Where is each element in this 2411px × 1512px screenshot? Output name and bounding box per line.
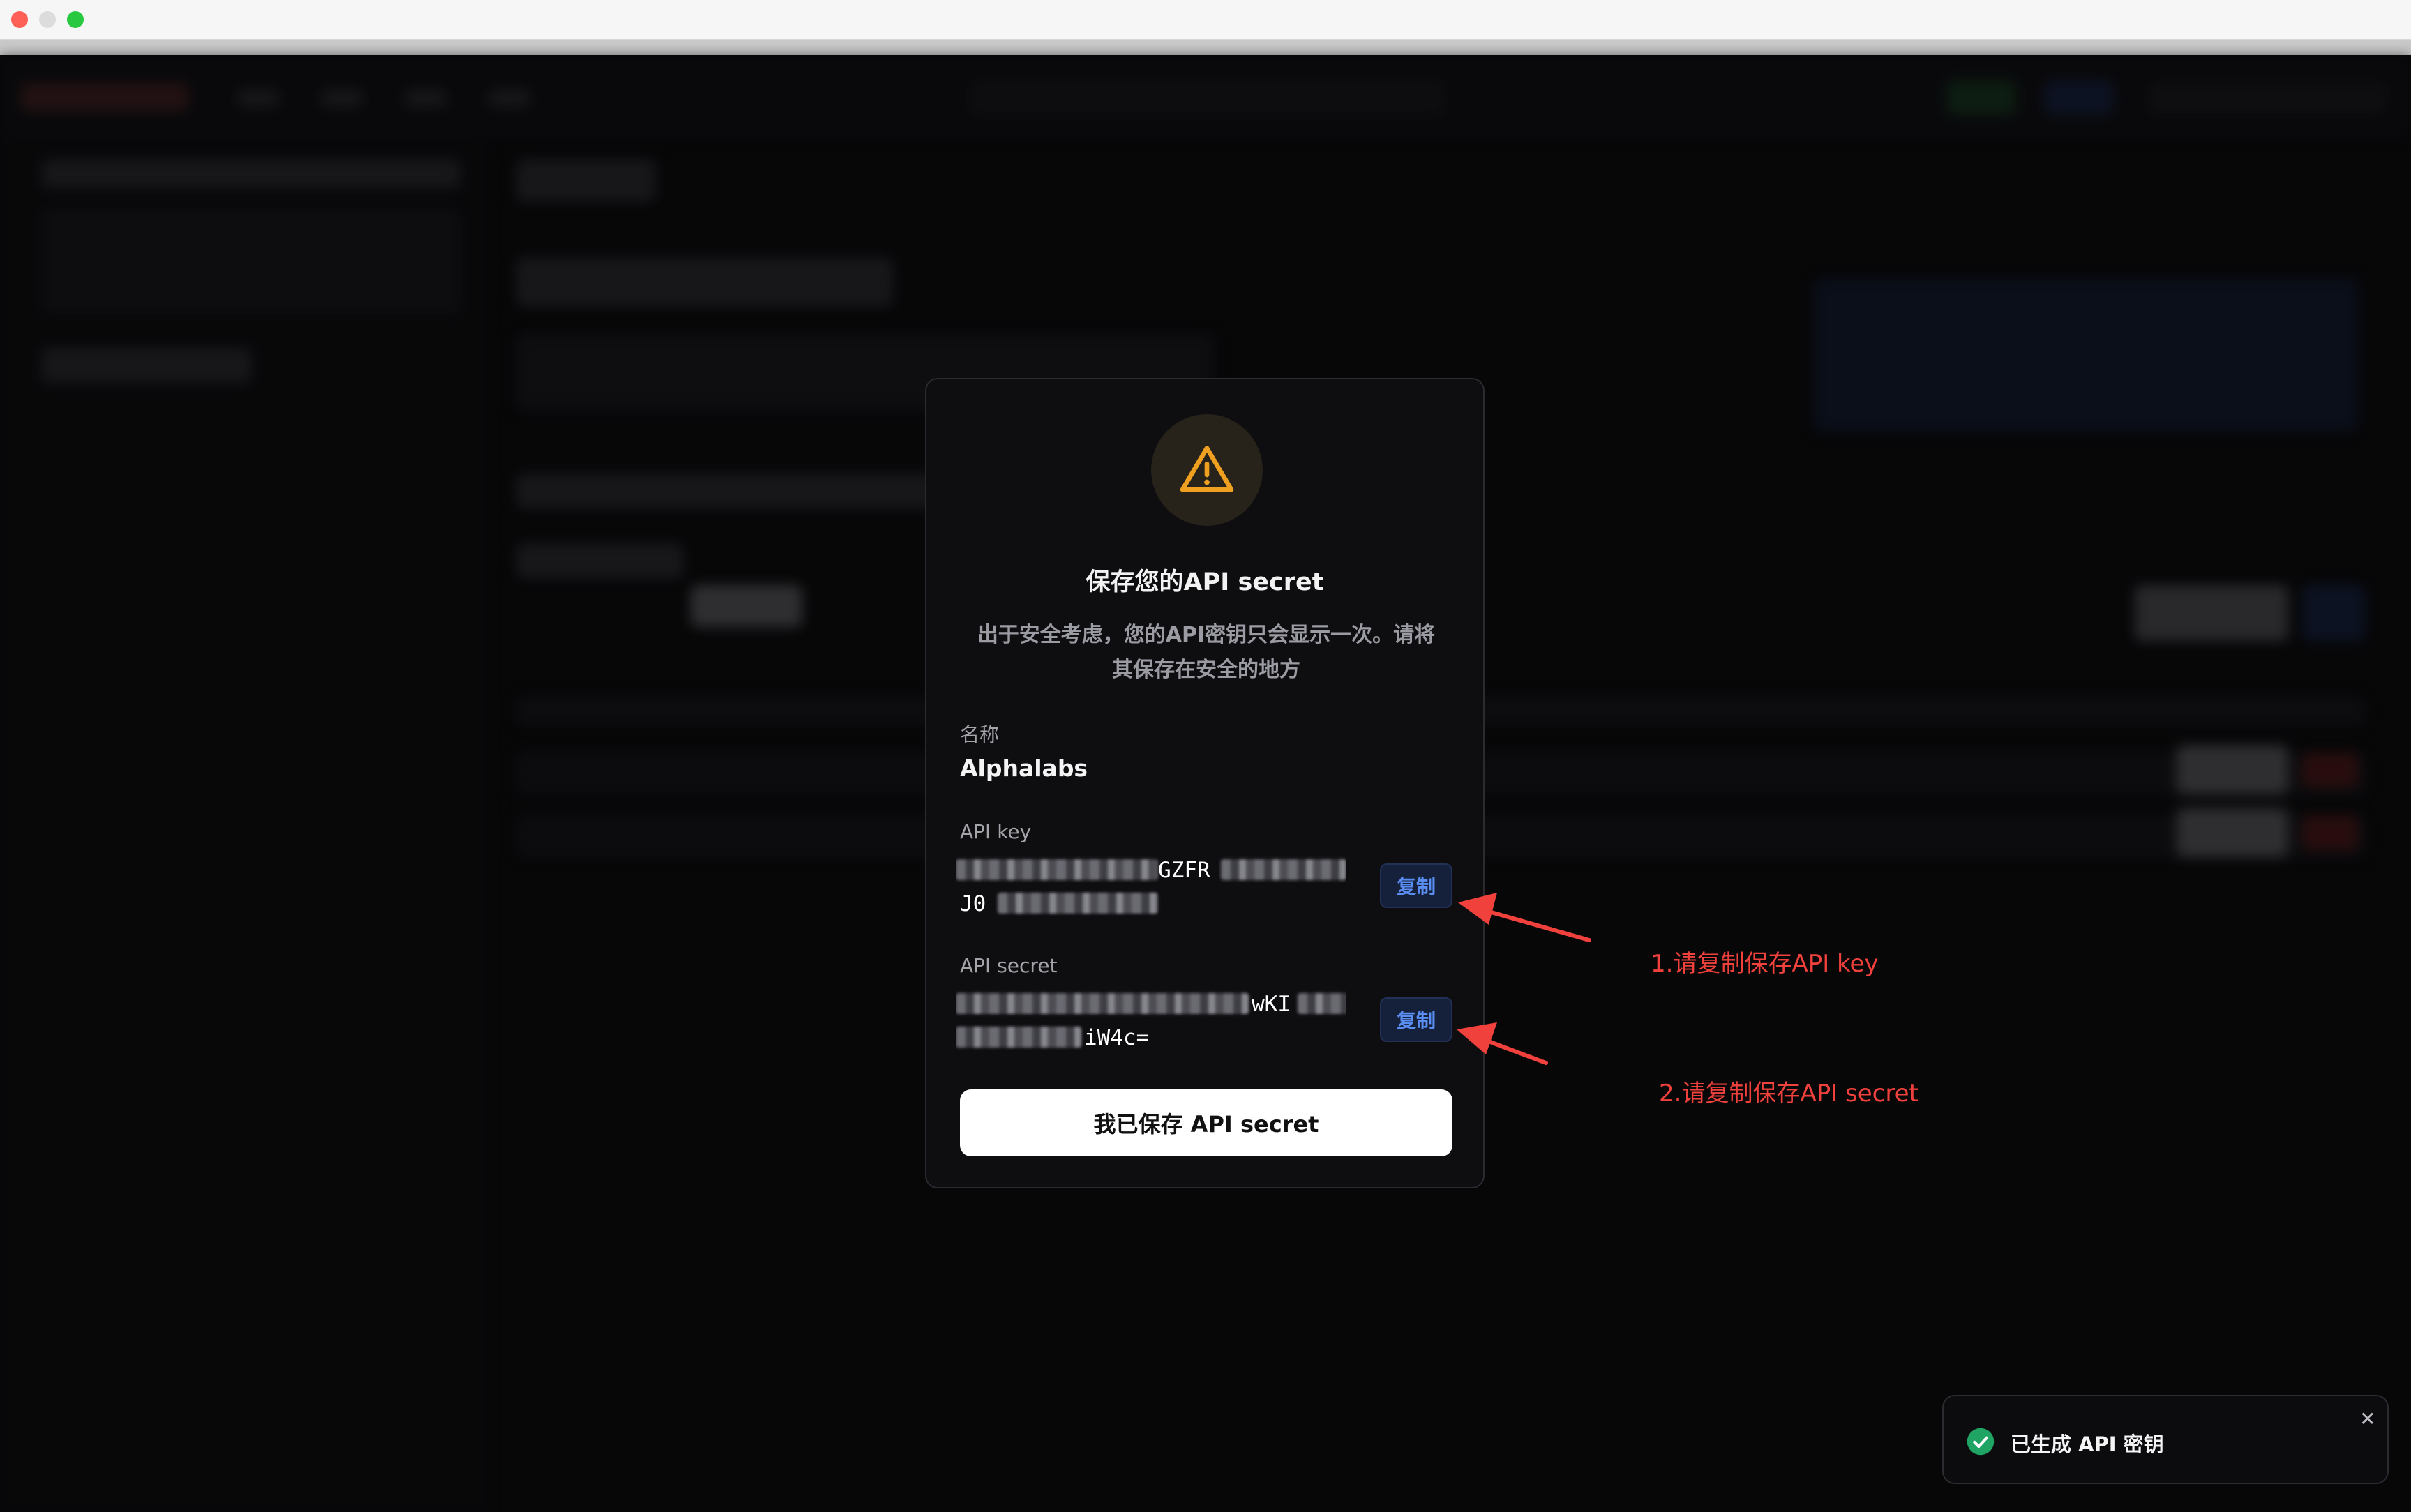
confirm-saved-button[interactable]: 我已保存 API secret — [960, 1089, 1452, 1156]
close-icon[interactable]: ✕ — [2359, 1407, 2375, 1430]
copy-api-key-button[interactable]: 复制 — [1380, 863, 1452, 908]
dialog-description: 出于安全考虑，您的API密钥只会显示一次。请将 其保存在安全的地方 — [960, 618, 1452, 688]
dialog-description-line1: 出于安全考虑，您的API密钥只会显示一次。请将 — [977, 623, 1436, 647]
api-secret-visible-part-2: iW4c= — [1084, 1025, 1150, 1050]
window-titlebar — [0, 0, 2411, 40]
api-secret-visible-part-1: wKI — [1252, 992, 1291, 1017]
api-key-visible-part-1: GZFR — [1158, 858, 1210, 883]
name-label: 名称 — [960, 723, 1000, 746]
api-key-visible-part-2: J0 — [960, 891, 986, 916]
api-secret-line-2: iW4c= — [956, 1021, 1346, 1054]
warning-triangle-icon — [1180, 446, 1234, 492]
save-api-secret-dialog: 保存您的API secret 出于安全考虑，您的API密钥只会显示一次。请将 其… — [925, 378, 1485, 1188]
copy-api-secret-button[interactable]: 复制 — [1380, 997, 1452, 1042]
api-secret-label: API secret — [960, 954, 1058, 977]
warning-badge — [1151, 414, 1263, 526]
browser-toolbar — [0, 40, 2411, 55]
name-value: Alphalabs — [960, 755, 1088, 782]
maximize-window-button[interactable] — [67, 11, 84, 28]
api-key-line-2: J0 — [956, 887, 1346, 921]
dialog-description-line2: 其保存在安全的地方 — [1112, 658, 1300, 682]
api-key-label: API key — [960, 820, 1032, 843]
api-key-value[interactable]: GZFR J0 — [956, 854, 1346, 921]
dialog-title: 保存您的API secret — [1086, 568, 1324, 596]
annotation-step-1: 1.请复制保存API key — [1651, 950, 1879, 978]
api-secret-line-1: wKI — [956, 988, 1346, 1021]
minimize-window-button[interactable] — [39, 11, 56, 28]
api-key-line-1: GZFR — [956, 854, 1346, 887]
check-circle-icon — [1967, 1428, 1995, 1456]
annotation-step-2: 2.请复制保存API secret — [1659, 1080, 1918, 1107]
toast-notification: 已生成 API 密钥 ✕ — [1942, 1395, 2389, 1484]
toast-message: 已生成 API 密钥 — [2011, 1432, 2164, 1456]
api-secret-value[interactable]: wKI iW4c= — [956, 988, 1346, 1054]
close-window-button[interactable] — [11, 11, 28, 28]
